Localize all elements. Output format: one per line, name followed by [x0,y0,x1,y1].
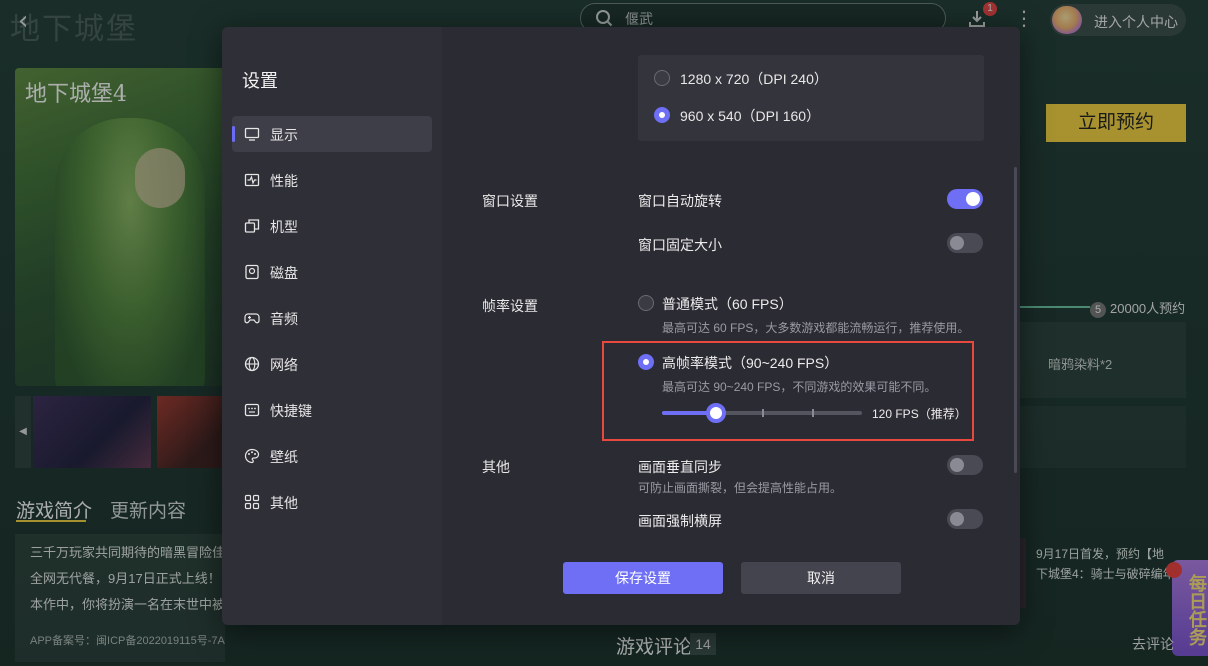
fps-normal-radio[interactable] [638,295,654,311]
fps-slider-handle[interactable] [706,403,726,423]
sidebar-item-other[interactable]: 其他 [232,484,432,520]
settings-title: 设置 [242,71,278,91]
sidebar-item-disk[interactable]: 磁盘 [232,254,432,290]
sidebar-item-label: 机型 [270,219,298,235]
sidebar-item-label: 磁盘 [270,265,298,281]
sidebar-item-label: 网络 [270,357,298,373]
sidebar-item-performance[interactable]: 性能 [232,162,432,198]
sidebar-item-label: 其他 [270,495,298,511]
sidebar-item-label: 音频 [270,311,298,327]
device-model-icon [244,219,260,233]
sidebar-item-label: 快捷键 [270,403,312,419]
settings-scrollbar[interactable] [1014,167,1017,473]
palette-icon [244,448,260,464]
grid-icon [244,494,260,510]
cancel-button[interactable]: 取消 [741,562,901,594]
fps-slider-tick [812,409,814,417]
vsync-toggle[interactable] [947,455,983,475]
resolution-options: 1280 x 720（DPI 240） 960 x 540（DPI 160） [638,55,984,141]
active-indicator [232,126,235,142]
sidebar-item-display[interactable]: 显示 [232,116,432,152]
sidebar-item-label: 性能 [270,173,298,189]
force-landscape-label: 画面强制横屏 [638,513,722,529]
monitor-icon [244,127,260,141]
fps-slider-tick [762,409,764,417]
resolution-radio-960[interactable] [654,107,670,123]
sidebar-item-network[interactable]: 网络 [232,346,432,382]
section-window: 窗口设置 [482,193,538,209]
disk-icon [245,264,259,280]
resolution-radio-1280[interactable] [654,70,670,86]
window-auto-rotate-toggle[interactable] [947,189,983,209]
resolution-label: 1280 x 720（DPI 240） [680,71,828,87]
window-auto-rotate-label: 窗口自动旋转 [638,193,722,209]
settings-dialog: 设置 显示 性能 机型 磁盘 音频 网络 快捷键 壁纸 其他 1280 x 72… [222,27,1020,625]
sidebar-item-label: 壁纸 [270,449,298,465]
sidebar-item-shortcuts[interactable]: 快捷键 [232,392,432,428]
vsync-label: 画面垂直同步 [638,459,722,475]
keyboard-icon [244,403,260,417]
resolution-label: 960 x 540（DPI 160） [680,108,821,124]
fps-normal-label: 普通模式（60 FPS） [662,296,793,312]
fps-slider-value: 120 FPS（推荐） [872,407,967,421]
force-landscape-toggle[interactable] [947,509,983,529]
gamepad-icon [244,313,260,324]
sidebar-item-audio[interactable]: 音频 [232,300,432,336]
fps-slider[interactable] [662,403,862,423]
sidebar-item-label: 显示 [270,127,298,143]
settings-content: 1280 x 720（DPI 240） 960 x 540（DPI 160） 窗… [442,27,1020,625]
save-settings-button[interactable]: 保存设置 [563,562,723,594]
section-fps: 帧率设置 [482,298,538,314]
fps-high-label: 高帧率模式（90~240 FPS） [662,355,839,371]
globe-icon [244,356,260,372]
section-other: 其他 [482,459,510,475]
window-fixed-size-label: 窗口固定大小 [638,237,722,253]
fps-high-radio[interactable] [638,354,654,370]
settings-sidebar: 设置 显示 性能 机型 磁盘 音频 网络 快捷键 壁纸 其他 [222,27,442,625]
window-fixed-size-toggle[interactable] [947,233,983,253]
vsync-desc: 可防止画面撕裂，但会提高性能占用。 [638,481,843,495]
fps-normal-desc: 最高可达 60 FPS，大多数游戏都能流畅运行，推荐使用。 [662,321,970,335]
sidebar-item-wallpaper[interactable]: 壁纸 [232,438,432,474]
performance-icon [244,173,260,187]
fps-high-desc: 最高可达 90~240 FPS，不同游戏的效果可能不同。 [662,380,937,394]
sidebar-item-device-model[interactable]: 机型 [232,208,432,244]
settings-scroll-area[interactable]: 1280 x 720（DPI 240） 960 x 540（DPI 160） 窗… [442,27,1020,535]
